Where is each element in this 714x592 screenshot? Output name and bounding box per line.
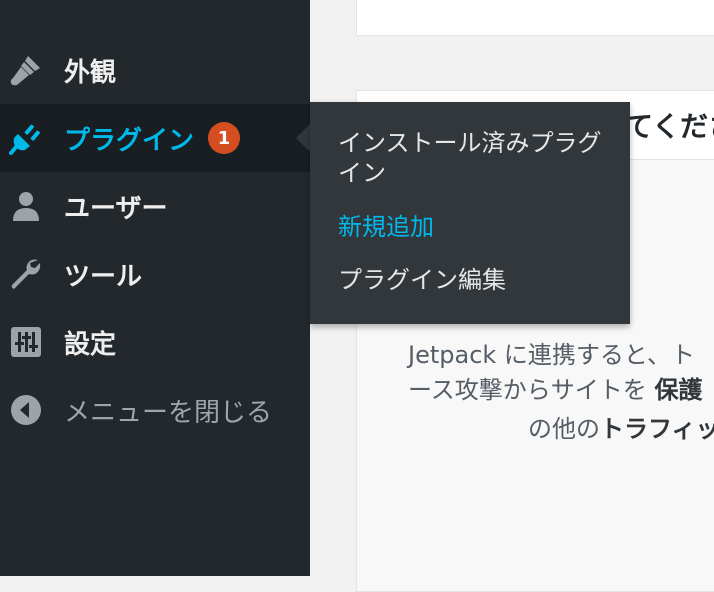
update-count-badge: 1 — [208, 122, 241, 154]
user-icon — [8, 188, 44, 224]
collapse-menu-button[interactable]: メニューを閉じる — [0, 376, 310, 444]
sidebar-item-appearance[interactable]: 外観 — [0, 36, 310, 104]
paintbrush-icon — [8, 52, 44, 88]
sidebar-item-label: ツール — [64, 261, 143, 292]
card-text-line-1: Jetpack に連携すると、ト — [408, 341, 695, 369]
settings-sliders-icon — [8, 324, 44, 360]
sidebar-item-label: ユーザー — [64, 193, 168, 224]
plugin-plug-icon — [8, 120, 44, 156]
sidebar-item-label: 外観 — [64, 57, 117, 88]
sidebar-item-settings[interactable]: 設定 — [0, 308, 310, 376]
sidebar-item-label: 設定 — [64, 329, 117, 360]
admin-sidebar: 外観 プラグイン 1 ユーザー ツール 設定 メニューを閉じる — [0, 0, 310, 576]
wrench-icon — [8, 256, 44, 292]
submenu-item-add-new[interactable]: 新規追加 — [338, 212, 618, 242]
bold-text-traffic: トラフィッ — [600, 415, 714, 443]
sidebar-item-tools[interactable]: ツール — [0, 240, 310, 308]
card-header-title: てくださ — [625, 110, 714, 143]
flyout-pointer — [296, 124, 310, 152]
collapse-arrow-icon — [8, 392, 44, 428]
sidebar-item-label: プラグイン — [64, 125, 195, 156]
plugins-submenu: インストール済みプラグイン 新規追加 プラグイン編集 — [310, 102, 630, 324]
sidebar-item-label: メニューを閉じる — [64, 397, 273, 428]
bold-text-protect: 保護 — [654, 376, 703, 404]
card-text-line-3: の他のトラフィッ — [528, 409, 714, 444]
sidebar-item-users[interactable]: ユーザー — [0, 172, 310, 240]
submenu-item-plugin-editor[interactable]: プラグイン編集 — [338, 265, 618, 295]
sidebar-item-plugins[interactable]: プラグイン 1 — [0, 104, 310, 172]
submenu-item-installed-plugins[interactable]: インストール済みプラグイン — [338, 128, 618, 188]
top-card — [356, 0, 714, 36]
card-text-line-2: ース攻撃からサイトを 保護 — [408, 376, 703, 404]
